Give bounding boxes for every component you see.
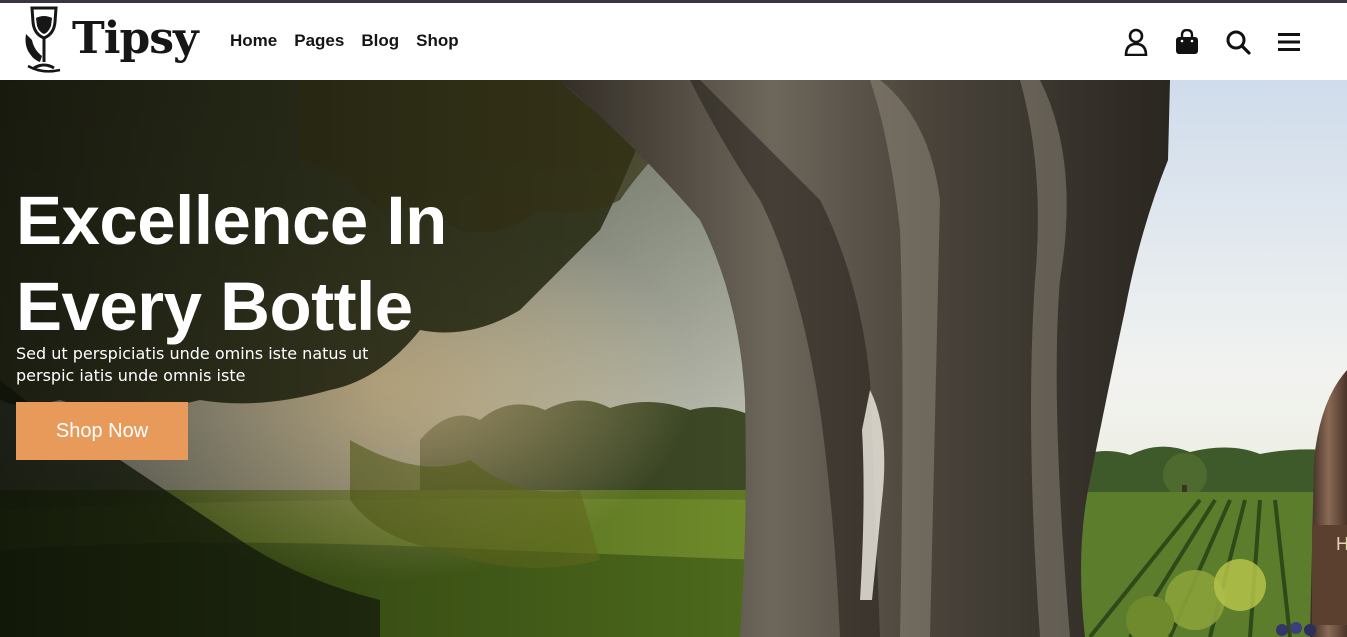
- site-header: Tipsy Home Pages Blog Shop: [0, 3, 1347, 80]
- nav-blog[interactable]: Blog: [361, 31, 399, 51]
- hero-heading-line1: Excellence In: [16, 182, 447, 259]
- shop-now-button[interactable]: Shop Now: [16, 402, 188, 460]
- nav-pages[interactable]: Pages: [294, 31, 344, 51]
- user-icon: [1124, 28, 1148, 56]
- shopping-bag-icon: [1176, 29, 1198, 54]
- wine-glass-hand-icon: [25, 6, 61, 73]
- search-icon: [1226, 30, 1251, 55]
- nav-home[interactable]: Home: [230, 31, 277, 51]
- header-actions: [1122, 27, 1303, 57]
- hero-heading: Excellence In Every Bottle: [16, 178, 447, 350]
- hero-banner: H Excellence In Every Bottle Sed ut pers…: [0, 80, 1347, 637]
- main-nav: Home Pages Blog Shop: [230, 31, 476, 51]
- search-button[interactable]: [1224, 27, 1252, 57]
- svg-text:H: H: [1336, 534, 1347, 554]
- hero-subtitle: Sed ut perspiciatis unde omins iste natu…: [16, 344, 369, 385]
- brand-name: Tipsy: [72, 12, 199, 64]
- cart-button[interactable]: [1173, 27, 1201, 57]
- brand-logo[interactable]: Tipsy: [22, 3, 208, 79]
- account-button[interactable]: [1122, 27, 1150, 57]
- nav-shop[interactable]: Shop: [416, 31, 459, 51]
- hero-heading-line2: Every Bottle: [16, 268, 413, 345]
- menu-button[interactable]: [1275, 27, 1303, 57]
- menu-icon: [1278, 33, 1300, 51]
